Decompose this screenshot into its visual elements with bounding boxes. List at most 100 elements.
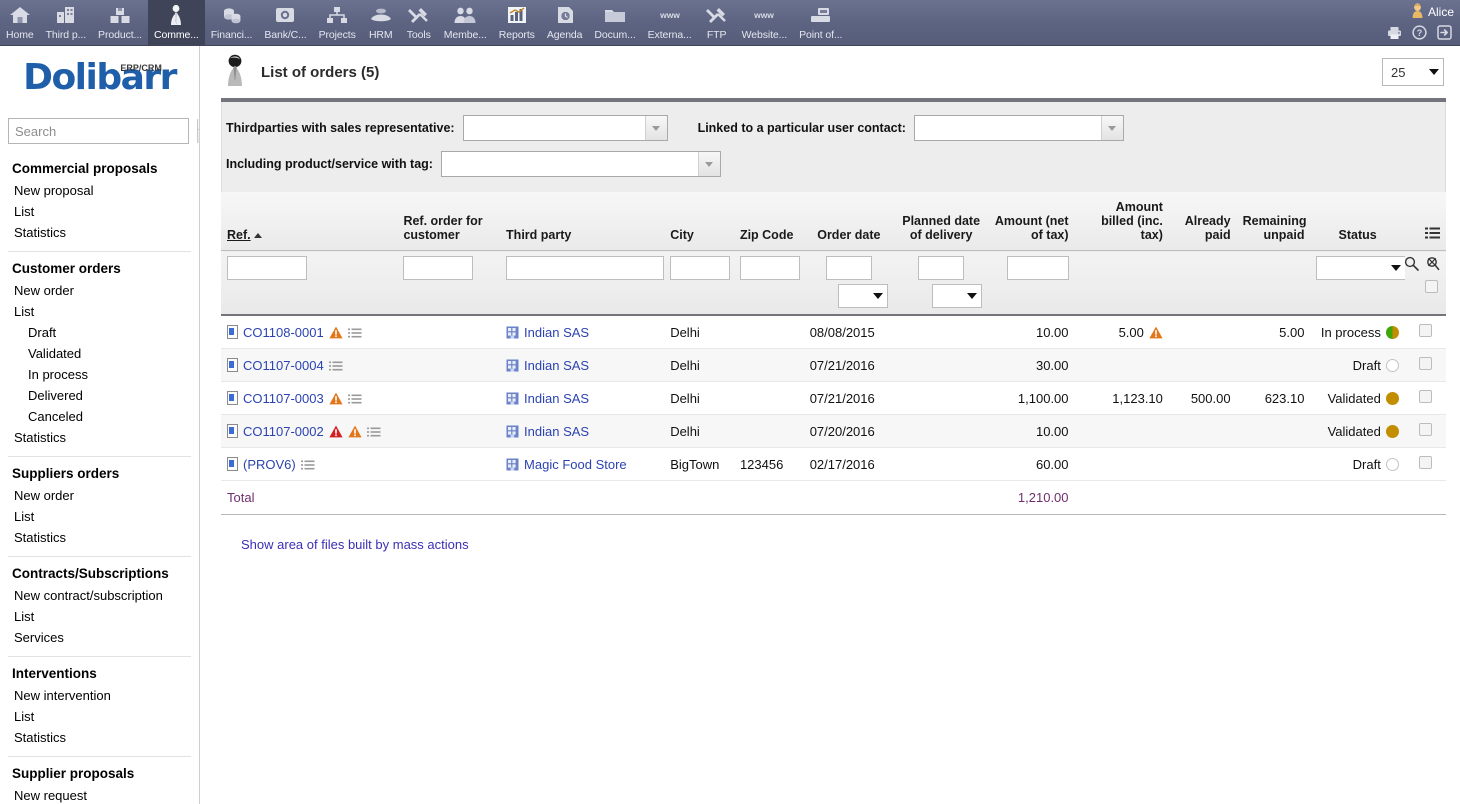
sidebar-item-list[interactable]: List [0, 301, 199, 322]
product-tag-value[interactable] [442, 152, 698, 176]
sidebar-item-delivered[interactable]: Delivered [0, 385, 199, 406]
lines-icon[interactable] [329, 359, 343, 372]
sidebar-item-in-process[interactable]: In process [0, 364, 199, 385]
sidebar-item-statistics[interactable]: Statistics [0, 222, 199, 243]
sidebar-item-draft[interactable]: Draft [0, 322, 199, 343]
search-icon[interactable] [1404, 256, 1419, 274]
table-row[interactable]: (PROV6)Magic Food StoreBigTown12345602/1… [221, 448, 1446, 481]
topmenu-item-externa[interactable]: wwwExterna... [642, 0, 698, 46]
sidebar-item-statistics[interactable]: Statistics [0, 527, 199, 548]
thirdparty-link[interactable]: Indian SAS [524, 325, 589, 340]
dolibarr-logo[interactable]: Dolibarr ERP/CRM [23, 57, 176, 98]
topmenu-item-docum[interactable]: Docum... [588, 0, 641, 46]
thirdparty-link[interactable]: Magic Food Store [524, 457, 627, 472]
sidebar-group-customer-orders[interactable]: Customer orders [0, 258, 199, 280]
sidebar-item-statistics[interactable]: Statistics [0, 727, 199, 748]
topmenu-item-comme[interactable]: Comme... [148, 0, 205, 46]
order-ref-link[interactable]: CO1108-0001 [243, 325, 324, 340]
filter-thirdparty-input[interactable] [506, 256, 664, 280]
col-city[interactable]: City [664, 192, 734, 251]
user-contact-value[interactable] [915, 116, 1101, 140]
sidebar-group-contracts-subscriptions[interactable]: Contracts/Subscriptions [0, 563, 199, 585]
user-contact-select[interactable] [914, 115, 1124, 141]
thirdparty-link[interactable]: Indian SAS [524, 358, 589, 373]
sales-rep-arrow[interactable] [645, 116, 667, 140]
topmenu-item-hrm[interactable]: HRM [362, 0, 400, 46]
table-row[interactable]: CO1107-0004Indian SASDelhi07/21/201630.0… [221, 349, 1446, 382]
sales-rep-select[interactable] [463, 115, 668, 141]
col-amount-billed[interactable]: Amount billed (inc. tax) [1075, 192, 1169, 251]
user-info[interactable]: Alice [1411, 2, 1454, 22]
search-dropdown-arrow[interactable] [197, 119, 200, 143]
filter-planned-date-month-select[interactable] [932, 284, 982, 308]
thirdparty-link[interactable]: Indian SAS [524, 424, 589, 439]
logout-icon[interactable] [1437, 25, 1452, 43]
filter-ref-input[interactable] [227, 256, 307, 280]
topmenu-item-bankc[interactable]: Bank/C... [258, 0, 312, 46]
sidebar-item-list[interactable]: List [0, 606, 199, 627]
filter-ref-customer-input[interactable] [403, 256, 473, 280]
sidebar-item-services[interactable]: Services [0, 627, 199, 648]
lines-icon[interactable] [301, 458, 315, 471]
filter-zip-input[interactable] [740, 256, 800, 280]
order-ref-link[interactable]: CO1107-0004 [243, 358, 324, 373]
col-settings[interactable] [1405, 192, 1446, 251]
sidebar-item-list[interactable]: List [0, 706, 199, 727]
sidebar-item-validated[interactable]: Validated [0, 343, 199, 364]
sidebar-group-interventions[interactable]: Interventions [0, 663, 199, 685]
mass-action-link[interactable]: Show area of files built by mass actions [241, 537, 1446, 552]
table-row[interactable]: CO1108-0001Indian SASDelhi08/08/201510.0… [221, 315, 1446, 349]
sidebar-item-new-proposal[interactable]: New proposal [0, 180, 199, 201]
sidebar-item-new-contract-subscription[interactable]: New contract/subscription [0, 585, 199, 606]
topmenu-item-product[interactable]: Product... [92, 0, 148, 46]
topmenu-item-ftp[interactable]: FTP [698, 0, 736, 46]
thirdparty-link[interactable]: Indian SAS [524, 391, 589, 406]
filter-order-date-input[interactable] [826, 256, 872, 280]
help-icon[interactable]: ? [1412, 25, 1427, 43]
product-tag-select[interactable] [441, 151, 721, 177]
col-status[interactable]: Status [1310, 192, 1404, 251]
user-contact-arrow[interactable] [1101, 116, 1123, 140]
table-row[interactable]: CO1107-0003Indian SASDelhi07/21/20161,10… [221, 382, 1446, 415]
page-size-select[interactable]: 25 [1382, 58, 1444, 86]
product-tag-arrow[interactable] [698, 152, 720, 176]
order-ref-link[interactable]: CO1107-0002 [243, 424, 324, 439]
col-ref[interactable]: Ref. [221, 192, 397, 251]
topmenu-item-financi[interactable]: Financi... [205, 0, 259, 46]
lines-icon[interactable] [367, 425, 381, 438]
topmenu-item-membe[interactable]: Membe... [438, 0, 493, 46]
lines-icon[interactable] [348, 326, 362, 339]
topmenu-item-projects[interactable]: Projects [313, 0, 362, 46]
col-order-date[interactable]: Order date [804, 192, 894, 251]
row-checkbox[interactable] [1419, 390, 1432, 403]
search-input[interactable] [9, 119, 197, 143]
col-ref-label[interactable]: Ref. [227, 228, 251, 242]
col-already-paid[interactable]: Already paid [1169, 192, 1237, 251]
topmenu-item-agenda[interactable]: Agenda [541, 0, 589, 46]
filter-amount-net-input[interactable] [1007, 256, 1069, 280]
sidebar-group-supplier-proposals[interactable]: Supplier proposals [0, 763, 199, 785]
sidebar-group-suppliers-orders[interactable]: Suppliers orders [0, 463, 199, 485]
col-amount-net[interactable]: Amount (net of tax) [988, 192, 1074, 251]
sidebar-item-list[interactable]: List [0, 506, 199, 527]
sidebar-item-new-intervention[interactable]: New intervention [0, 685, 199, 706]
sidebar-item-list[interactable]: List [0, 201, 199, 222]
table-row[interactable]: CO1107-0002Indian SASDelhi07/20/201610.0… [221, 415, 1446, 448]
clear-search-icon[interactable] [1425, 256, 1440, 274]
topmenu-item-reports[interactable]: Reports [493, 0, 541, 46]
filter-order-date-month-select[interactable] [838, 284, 888, 308]
col-thirdparty[interactable]: Third party [500, 192, 664, 251]
lines-icon[interactable] [348, 392, 362, 405]
print-icon[interactable] [1387, 26, 1402, 43]
sidebar-item-new-order[interactable]: New order [0, 280, 199, 301]
sidebar-item-new-order[interactable]: New order [0, 485, 199, 506]
topmenu-item-home[interactable]: Home [0, 0, 40, 46]
row-checkbox[interactable] [1419, 423, 1432, 436]
row-checkbox[interactable] [1419, 357, 1432, 370]
order-ref-link[interactable]: CO1107-0003 [243, 391, 324, 406]
topmenu-item-pointof[interactable]: Point of... [793, 0, 848, 46]
col-ref-customer[interactable]: Ref. order for customer [397, 192, 500, 251]
select-all-checkbox[interactable] [1425, 280, 1438, 293]
topmenu-item-tools[interactable]: Tools [400, 0, 438, 46]
sales-rep-value[interactable] [464, 116, 645, 140]
